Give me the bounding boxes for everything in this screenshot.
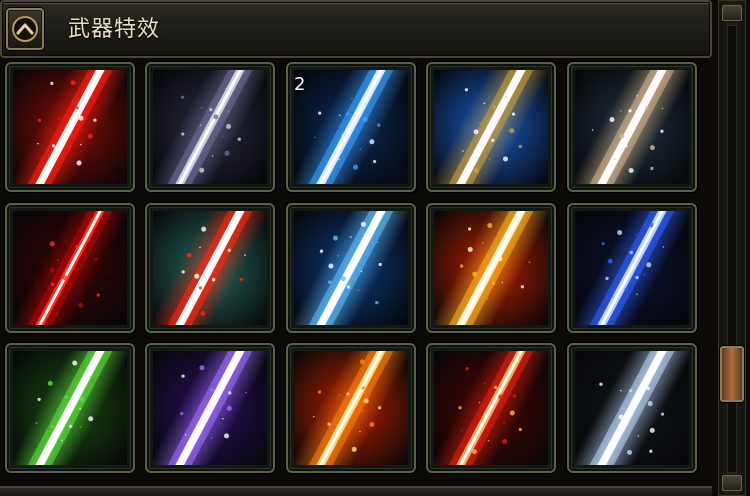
- effect-preview: [13, 70, 127, 184]
- collapse-button[interactable]: [6, 8, 44, 50]
- effect-preview: [153, 211, 267, 325]
- effect-tile-golden-crystal-blade[interactable]: [426, 62, 556, 192]
- effect-tile-storm-lightning-blade[interactable]: [567, 343, 697, 473]
- effect-preview: [434, 211, 548, 325]
- scrollbar[interactable]: [718, 0, 746, 496]
- effect-tile-red-fire-blade[interactable]: [5, 62, 135, 192]
- effect-tile-blue-twin-blade[interactable]: [567, 203, 697, 333]
- weapon-effect-grid: 2: [0, 60, 712, 496]
- effect-tile-dark-shadow-blade[interactable]: [145, 62, 275, 192]
- effect-tile-violet-arcane-blade[interactable]: [145, 343, 275, 473]
- effect-preview: [13, 351, 127, 465]
- effect-preview: [434, 70, 548, 184]
- effect-tile-inferno-blade[interactable]: [286, 343, 416, 473]
- effect-tile-flame-lightning-blade[interactable]: [426, 203, 556, 333]
- effect-tile-blue-rune-blade[interactable]: 2: [286, 62, 416, 192]
- effect-tile-crimson-mist[interactable]: [5, 203, 135, 333]
- panel-footer-edge: [0, 486, 712, 496]
- effect-tile-scarlet-ember-blade[interactable]: [426, 343, 556, 473]
- effect-preview: [294, 351, 408, 465]
- scroll-track[interactable]: [727, 25, 737, 473]
- effect-preview: [434, 351, 548, 465]
- effect-tile-white-light-blade[interactable]: [567, 62, 697, 192]
- effect-preview: [575, 70, 689, 184]
- scroll-down-arrow[interactable]: [722, 475, 742, 491]
- stack-count: 2: [294, 74, 306, 95]
- effect-preview: [13, 211, 127, 325]
- effect-tile-ice-blue-blade[interactable]: [286, 203, 416, 333]
- effect-tile-green-lightning-blade[interactable]: [5, 343, 135, 473]
- page-title: 武器特效: [68, 17, 161, 42]
- effect-preview: [575, 211, 689, 325]
- effect-tile-jade-blood-blade[interactable]: [145, 203, 275, 333]
- effect-preview: [294, 70, 408, 184]
- effect-preview: [575, 351, 689, 465]
- panel-header: 武器特效: [0, 0, 712, 58]
- scroll-thumb[interactable]: [720, 346, 744, 403]
- chevron-up-icon: [12, 14, 38, 44]
- effect-preview: [153, 70, 267, 184]
- effect-preview: [153, 351, 267, 465]
- scroll-up-arrow[interactable]: [722, 5, 742, 21]
- effect-preview: [294, 211, 408, 325]
